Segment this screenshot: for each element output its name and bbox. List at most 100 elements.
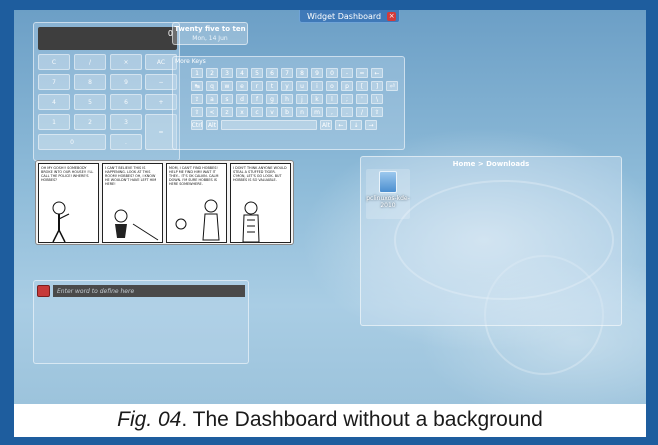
keyboard-key[interactable]: ⇪ [191, 94, 203, 104]
keyboard-key[interactable]: r [251, 81, 263, 91]
keyboard-key[interactable]: . [341, 107, 353, 117]
calc-key-1[interactable]: 1 [38, 114, 70, 130]
keyboard-key[interactable]: c [251, 107, 263, 117]
comic-panel: MOM, I CAN'T FIND HOBBES! HELP ME FIND H… [166, 163, 227, 243]
keyboard-key[interactable]: j [296, 94, 308, 104]
folder-path-title: Home > Downloads [452, 160, 530, 168]
dictionary-icon [37, 285, 50, 297]
calc-key-multiply[interactable]: × [110, 54, 142, 70]
widget-dashboard-tab[interactable]: Widget Dashboard × [299, 10, 401, 23]
clock-date: Mon, 14 Jun [192, 35, 228, 42]
keyboard-key[interactable]: , [326, 107, 338, 117]
keyboard-key[interactable]: h [281, 94, 293, 104]
keyboard-key[interactable]: 7 [281, 68, 293, 78]
figure-caption: Fig. 04. The Dashboard without a backgro… [14, 408, 646, 432]
keyboard-key[interactable]: 4 [236, 68, 248, 78]
keyboard-key[interactable]: k [311, 94, 323, 104]
calc-key-decimal[interactable]: . [110, 134, 142, 150]
comic-strip-widget[interactable]: OH MY GOSH!! SOMEBODY BROKE INTO OUR HOU… [35, 160, 294, 245]
keyboard-key[interactable]: [ [356, 81, 368, 91]
keyboard-key[interactable]: b [281, 107, 293, 117]
comic-panel-text: MOM, I CAN'T FIND HOBBES! HELP ME FIND H… [169, 166, 219, 186]
calc-key-clear[interactable]: C [38, 54, 70, 70]
dashboard-desktop: Widget Dashboard × 0 C / × AC 7 8 9 − 4 … [14, 10, 646, 404]
keyboard-key[interactable]: < [206, 107, 218, 117]
figure-caption-text: . The Dashboard without a background [181, 408, 543, 431]
keyboard-key[interactable]: ↓ [350, 120, 362, 130]
keyboard-key[interactable]: 3 [221, 68, 233, 78]
keyboard-key[interactable]: ⏎ [386, 81, 398, 91]
keyboard-key[interactable]: \ [371, 94, 383, 104]
keyboard-key[interactable]: p [341, 81, 353, 91]
widget-dashboard-label: Widget Dashboard [307, 12, 382, 21]
keyboard-key[interactable]: d [236, 94, 248, 104]
keyboard-key[interactable]: 5 [251, 68, 263, 78]
figure-number: Fig. 04 [117, 408, 182, 431]
keyboard-key[interactable]: e [236, 81, 248, 91]
keyboard-key[interactable]: ← [371, 68, 383, 78]
keyboard-key[interactable]: x [236, 107, 248, 117]
keyboard-key[interactable]: ' [356, 94, 368, 104]
calc-key-8[interactable]: 8 [74, 74, 106, 90]
folder-item[interactable]: pclinuxos-kde-2010 [366, 169, 410, 219]
keyboard-key[interactable]: n [296, 107, 308, 117]
keyboard-key[interactable]: 2 [206, 68, 218, 78]
calculator-widget: 0 C / × AC 7 8 9 − 4 5 6 + 1 2 3 = 0 . [33, 22, 180, 161]
keyboard-key[interactable]: i [311, 81, 323, 91]
keyboard-key[interactable]: Alt [320, 120, 332, 130]
keyboard-key[interactable]: w [221, 81, 233, 91]
calc-key-0[interactable]: 0 [38, 134, 106, 150]
keyboard-key[interactable]: Alt [206, 120, 218, 130]
keyboard-key[interactable] [221, 120, 317, 130]
calc-key-3[interactable]: 3 [110, 114, 142, 130]
keyboard-key[interactable]: z [221, 107, 233, 117]
keyboard-key[interactable]: q [206, 81, 218, 91]
figure-caption-area: Fig. 04. The Dashboard without a backgro… [14, 404, 646, 437]
folder-view-widget: Home > Downloads pclinuxos-kde-2010 [360, 156, 622, 326]
keyboard-key[interactable]: ; [341, 94, 353, 104]
calc-key-divide[interactable]: / [74, 54, 106, 70]
clock-time: Twenty five to ten [174, 25, 246, 33]
keyboard-key[interactable]: ] [371, 81, 383, 91]
file-name: pclinuxos-kde-2010 [366, 195, 410, 209]
keyboard-key[interactable]: Ctrl [191, 120, 203, 130]
keyboard-key[interactable]: l [326, 94, 338, 104]
comic-panel: OH MY GOSH!! SOMEBODY BROKE INTO OUR HOU… [38, 163, 99, 243]
keyboard-key[interactable]: 1 [191, 68, 203, 78]
comic-panel-text: I CAN'T BELIEVE THIS IS HAPPENING. LOOK … [105, 166, 157, 186]
keyboard-key[interactable]: g [266, 94, 278, 104]
calc-key-7[interactable]: 7 [38, 74, 70, 90]
keyboard-key[interactable]: s [221, 94, 233, 104]
calculator-display: 0 [38, 27, 177, 50]
keyboard-key[interactable]: 9 [311, 68, 323, 78]
comic-panel-text: OH MY GOSH!! SOMEBODY BROKE INTO OUR HOU… [41, 166, 94, 182]
keyboard-key[interactable]: 8 [296, 68, 308, 78]
keyboard-key[interactable]: ← [335, 120, 347, 130]
keyboard-key[interactable]: - [341, 68, 353, 78]
keyboard-key[interactable]: y [281, 81, 293, 91]
keyboard-key[interactable]: u [296, 81, 308, 91]
calc-key-5[interactable]: 5 [74, 94, 106, 110]
keyboard-key[interactable]: v [266, 107, 278, 117]
calc-key-2[interactable]: 2 [74, 114, 106, 130]
comic-panel: I CAN'T BELIEVE THIS IS HAPPENING. LOOK … [102, 163, 163, 243]
keyboard-key[interactable]: ↹ [191, 81, 203, 91]
keyboard-key[interactable]: = [356, 68, 368, 78]
dictionary-search-input[interactable] [53, 285, 245, 297]
keyboard-key[interactable]: t [266, 81, 278, 91]
keyboard-key[interactable]: o [326, 81, 338, 91]
keyboard-key[interactable]: a [206, 94, 218, 104]
keyboard-key[interactable]: ⇧ [191, 107, 203, 117]
comic-panel-text: I DON'T THINK ANYONE WOULD STEAL A STUFF… [233, 166, 287, 182]
keyboard-key[interactable]: 0 [326, 68, 338, 78]
keyboard-key[interactable]: 6 [266, 68, 278, 78]
calc-key-6[interactable]: 6 [110, 94, 142, 110]
keyboard-key[interactable]: → [365, 120, 377, 130]
calc-key-4[interactable]: 4 [38, 94, 70, 110]
close-icon[interactable]: × [387, 12, 397, 21]
keyboard-key[interactable]: m [311, 107, 323, 117]
calc-key-9[interactable]: 9 [110, 74, 142, 90]
keyboard-key[interactable]: f [251, 94, 263, 104]
keyboard-key[interactable]: ⇧ [371, 107, 383, 117]
keyboard-key[interactable]: / [356, 107, 368, 117]
